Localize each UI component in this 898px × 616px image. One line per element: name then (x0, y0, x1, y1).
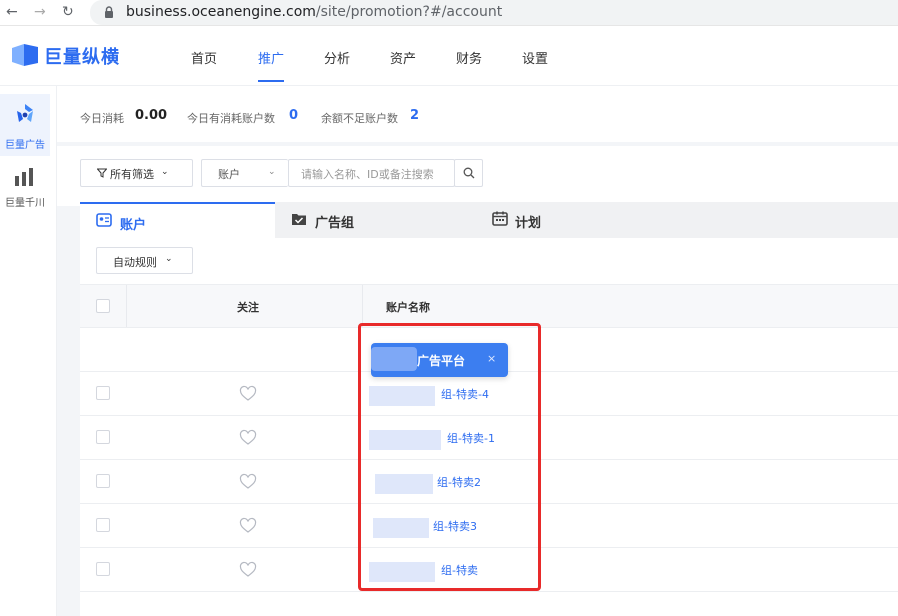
low-balance-label: 余额不足账户数 (321, 112, 398, 125)
nav-active-indicator (258, 80, 284, 82)
all-filters-label: 所有筛选 (110, 168, 154, 181)
tab-account[interactable]: 账户 (80, 202, 275, 238)
low-balance-value[interactable]: 2 (410, 108, 419, 123)
account-card-icon (96, 213, 112, 227)
tab-ad-group-label: 广告组 (315, 216, 355, 231)
all-filters-button[interactable]: 所有筛选 ⌄ (80, 159, 193, 187)
heart-icon[interactable] (238, 560, 258, 580)
account-select-label: 账户 (218, 168, 240, 181)
today-spend-label: 今日消耗 (80, 112, 124, 125)
chevron-down-icon: ⌄ (161, 167, 169, 177)
search-input[interactable]: 请输入名称、ID或备注搜索 (288, 159, 455, 187)
column-divider (362, 285, 363, 327)
nav-settings[interactable]: 设置 (522, 48, 548, 67)
address-bar[interactable]: business.oceanengine.com/site/promotion?… (90, 0, 898, 25)
row-checkbox[interactable] (96, 430, 110, 444)
filter-icon (97, 168, 107, 178)
nav-assets[interactable]: 资产 (390, 48, 416, 67)
heart-icon[interactable] (238, 384, 258, 404)
table-header: 关注 账户名称 (80, 284, 898, 328)
select-all-checkbox[interactable] (96, 299, 110, 313)
highlight-annotation (358, 323, 541, 591)
sidebar-item-ocean-ads[interactable]: 巨量广告 (0, 94, 50, 156)
auto-rule-label: 自动规则 (113, 256, 157, 269)
nav-analysis[interactable]: 分析 (324, 48, 350, 67)
sidebar-item-label: 巨量广告 (5, 140, 45, 151)
heart-icon[interactable] (238, 516, 258, 536)
chevron-down-icon: ⌄ (268, 167, 276, 177)
row-checkbox[interactable] (96, 518, 110, 532)
auto-rule-button[interactable]: 自动规则 ⌄ (96, 247, 193, 274)
logo-text: 巨量纵横 (44, 47, 120, 68)
sidebar-item-label: 巨量千川 (5, 198, 45, 209)
filter-bar: 所有筛选 ⌄ 账户 ⌄ 请输入名称、ID或备注搜索 (57, 146, 898, 206)
column-header-follow: 关注 (237, 301, 259, 314)
search-button[interactable] (454, 159, 483, 187)
folder-check-icon (292, 214, 306, 225)
top-header: 巨量纵横 首页 推广 分析 资产 财务 设置 (0, 26, 898, 86)
tab-account-label: 账户 (120, 218, 147, 233)
url-text: business.oceanengine.com/site/promotion?… (126, 4, 503, 20)
column-header-account-name[interactable]: 账户名称 (386, 299, 430, 315)
ocean-ads-icon (17, 104, 33, 122)
today-spend-value: 0.00 (135, 108, 168, 123)
row-checkbox[interactable] (96, 386, 110, 400)
nav-promotion[interactable]: 推广 (258, 48, 284, 67)
search-icon (463, 167, 475, 179)
row-checkbox[interactable] (96, 474, 110, 488)
tab-ad-group[interactable]: 广告组 (275, 202, 475, 238)
tab-plan-label: 计划 (515, 216, 542, 231)
calendar-icon (492, 211, 508, 226)
search-placeholder: 请输入名称、ID或备注搜索 (301, 168, 434, 181)
browser-toolbar: ← → ↻ business.oceanengine.com/site/prom… (0, 0, 898, 26)
accounts-with-spend-label: 今日有消耗账户数 (187, 112, 275, 125)
logo-icon (12, 44, 38, 66)
nav-finance[interactable]: 财务 (456, 48, 482, 67)
qianchuan-icon (15, 168, 33, 186)
nav-home[interactable]: 首页 (191, 48, 217, 67)
left-sidebar: 巨量广告 巨量千川 (0, 86, 57, 616)
forward-icon[interactable]: → (34, 4, 46, 20)
back-icon[interactable]: ← (6, 4, 18, 20)
sidebar-item-qianchuan[interactable]: 巨量千川 (0, 160, 50, 220)
lock-icon (105, 6, 113, 18)
accounts-with-spend-value[interactable]: 0 (289, 108, 298, 123)
heart-icon[interactable] (238, 472, 258, 492)
stats-bar: 今日消耗 0.00 今日有消耗账户数 0 余额不足账户数 2 (57, 86, 898, 142)
chevron-down-icon: ⌄ (165, 254, 173, 264)
reload-icon[interactable]: ↻ (62, 4, 74, 20)
column-divider (126, 285, 127, 327)
tab-bar: 账户 广告组 计划 (80, 202, 898, 238)
account-type-select[interactable]: 账户 ⌄ (201, 159, 288, 187)
heart-icon[interactable] (238, 428, 258, 448)
row-checkbox[interactable] (96, 562, 110, 576)
tab-plan[interactable]: 计划 (475, 202, 675, 238)
